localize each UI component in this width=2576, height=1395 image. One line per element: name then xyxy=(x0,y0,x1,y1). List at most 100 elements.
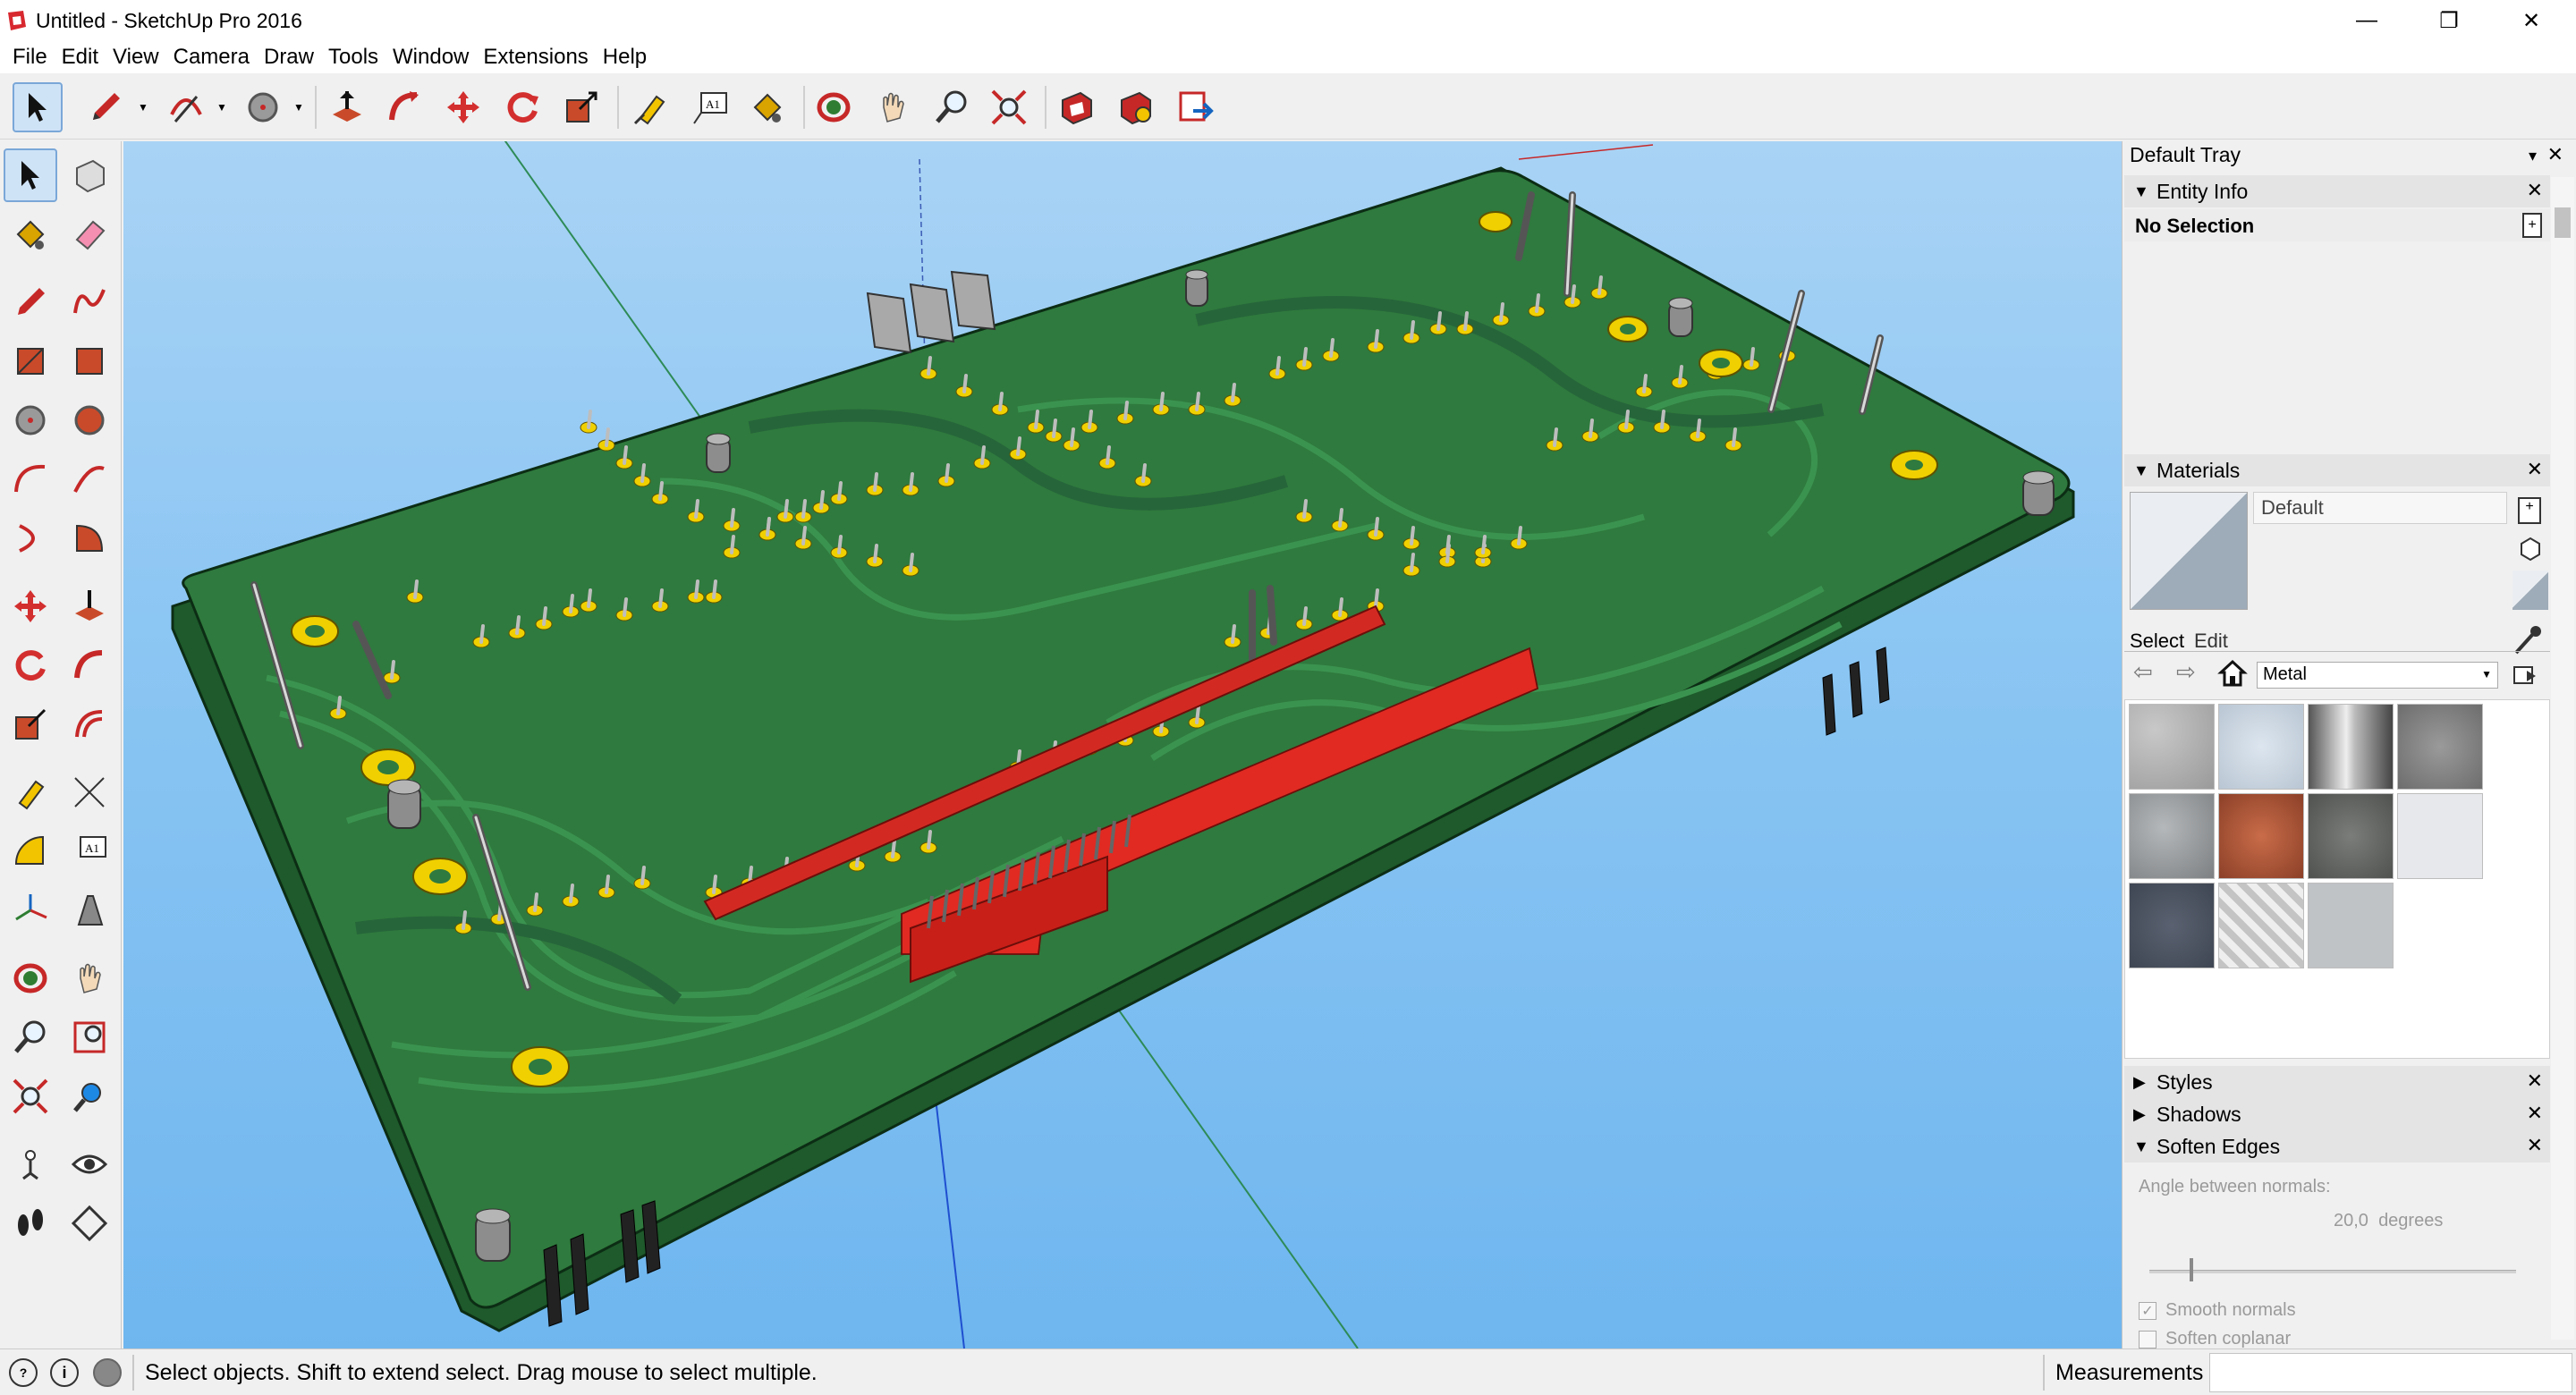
zoom-extents-button[interactable] xyxy=(984,82,1034,132)
tray-scrollbar[interactable] xyxy=(2551,177,2574,1340)
rectangle-tool[interactable] xyxy=(4,334,57,388)
push-pull-button[interactable] xyxy=(322,82,372,132)
eraser-tool[interactable] xyxy=(63,207,116,261)
pin-icon[interactable]: ▾ xyxy=(2529,147,2537,165)
smooth-normals-row[interactable]: ✓ Smooth normals xyxy=(2139,1300,2296,1321)
sample-paint-icon[interactable] xyxy=(2516,535,2543,562)
soften-coplanar-row[interactable]: Soften coplanar xyxy=(2139,1329,2291,1349)
soften-coplanar-checkbox[interactable] xyxy=(2139,1330,2157,1348)
zoom-extents-tool[interactable] xyxy=(4,1070,57,1123)
scroll-thumb[interactable] xyxy=(2555,207,2571,238)
menu-window[interactable]: Window xyxy=(386,45,476,70)
library-select[interactable]: Metal ▼ xyxy=(2257,662,2498,689)
menu-extensions[interactable]: Extensions xyxy=(476,45,595,70)
line-tool[interactable] xyxy=(4,275,57,329)
menu-edit[interactable]: Edit xyxy=(55,45,106,70)
protractor-tool[interactable] xyxy=(4,824,57,878)
metal-swatch-4[interactable] xyxy=(2397,704,2483,790)
three-point-arc-tool[interactable] xyxy=(4,512,57,565)
orbit-button[interactable] xyxy=(809,82,859,132)
tape-measure-tool[interactable] xyxy=(4,765,57,819)
tape-measure-button[interactable] xyxy=(626,82,676,132)
dimension-tool[interactable] xyxy=(63,765,116,819)
tray-close-icon[interactable]: ✕ xyxy=(2547,143,2563,166)
section-plane-tool[interactable] xyxy=(63,1196,116,1250)
home-icon[interactable] xyxy=(2217,658,2248,689)
menu-camera[interactable]: Camera xyxy=(166,45,257,70)
push-pull-tool[interactable] xyxy=(63,579,116,633)
restore-button[interactable]: ❐ xyxy=(2408,0,2490,41)
select-tool-button[interactable] xyxy=(13,82,63,132)
tab-edit[interactable]: Edit xyxy=(2194,630,2228,653)
zoom-button[interactable] xyxy=(927,82,977,132)
paint-bucket-tool[interactable] xyxy=(4,207,57,261)
send-to-layout-button[interactable] xyxy=(1170,82,1220,132)
panel-close-icon[interactable]: ✕ xyxy=(2527,1102,2543,1125)
menu-help[interactable]: Help xyxy=(596,45,654,70)
pan-button[interactable] xyxy=(868,82,918,132)
metal-swatch-2[interactable] xyxy=(2218,704,2304,790)
metal-swatch-5[interactable] xyxy=(2129,793,2215,879)
menu-view[interactable]: View xyxy=(106,45,166,70)
slider-thumb[interactable] xyxy=(2189,1258,2193,1281)
entity-detail-toggle-icon[interactable]: + xyxy=(2522,213,2542,238)
text-button[interactable]: A1 xyxy=(685,82,735,132)
details-icon[interactable] xyxy=(2511,662,2538,689)
create-material-icon[interactable]: + xyxy=(2518,497,2541,524)
pencil-dropdown[interactable]: ▼ xyxy=(134,82,152,132)
text-tool[interactable]: A1 xyxy=(63,824,116,878)
3d-text-tool[interactable] xyxy=(63,884,116,937)
metal-swatch-3[interactable] xyxy=(2308,704,2394,790)
menu-draw[interactable]: Draw xyxy=(257,45,321,70)
pan-tool[interactable] xyxy=(63,951,116,1005)
3d-warehouse-button[interactable] xyxy=(1052,82,1102,132)
metal-swatch-6[interactable] xyxy=(2218,793,2304,879)
look-around-tool[interactable] xyxy=(63,1137,116,1191)
menu-file[interactable]: File xyxy=(5,45,55,70)
follow-me-tool[interactable] xyxy=(63,638,116,692)
user-account-icon[interactable] xyxy=(93,1358,122,1387)
make-component-tool[interactable] xyxy=(63,148,116,202)
minimize-button[interactable]: — xyxy=(2326,0,2408,41)
previous-view-tool[interactable] xyxy=(63,1070,116,1123)
orbit-tool[interactable] xyxy=(4,951,57,1005)
metal-swatch-9[interactable] xyxy=(2129,883,2215,968)
follow-me-button[interactable] xyxy=(379,82,429,132)
walk-tool[interactable] xyxy=(4,1196,57,1250)
circle-tool-button[interactable] xyxy=(238,82,288,132)
scale-tool[interactable] xyxy=(4,698,57,751)
credits-icon[interactable]: i xyxy=(50,1358,79,1387)
metal-swatch-7[interactable] xyxy=(2308,793,2394,879)
metal-swatch-11[interactable] xyxy=(2308,883,2394,968)
styles-header[interactable]: ▶ Styles ✕ xyxy=(2124,1066,2550,1098)
move-tool[interactable] xyxy=(4,579,57,633)
rotate-tool[interactable] xyxy=(4,638,57,692)
offset-tool[interactable] xyxy=(63,698,116,751)
tab-select[interactable]: Select xyxy=(2130,630,2184,653)
paint-bucket-button[interactable] xyxy=(742,82,792,132)
soften-edges-header[interactable]: ▼ Soften Edges ✕ xyxy=(2124,1130,2550,1162)
angle-slider[interactable] xyxy=(2149,1258,2516,1281)
pencil-tool-button[interactable] xyxy=(80,82,131,132)
arc-dropdown[interactable]: ▼ xyxy=(213,82,231,132)
menu-tools[interactable]: Tools xyxy=(321,45,386,70)
arc-tool[interactable] xyxy=(4,452,57,506)
default-material-swatch[interactable] xyxy=(2512,571,2548,610)
metal-swatch-1[interactable] xyxy=(2129,704,2215,790)
smooth-normals-checkbox[interactable]: ✓ xyxy=(2139,1301,2157,1320)
pie-tool[interactable] xyxy=(63,512,116,565)
extension-warehouse-button[interactable] xyxy=(1111,82,1161,132)
position-camera-tool[interactable] xyxy=(4,1137,57,1191)
panel-close-icon[interactable]: ✕ xyxy=(2527,1070,2543,1093)
shadows-header[interactable]: ▶ Shadows ✕ xyxy=(2124,1098,2550,1130)
circle-tool[interactable] xyxy=(4,393,57,447)
arc-tool-button[interactable] xyxy=(161,82,211,132)
zoom-window-tool[interactable] xyxy=(63,1010,116,1064)
scale-button[interactable] xyxy=(556,82,606,132)
polygon-tool[interactable] xyxy=(63,393,116,447)
forward-arrow-icon[interactable]: ⇨ xyxy=(2176,658,2196,686)
close-button[interactable]: ✕ xyxy=(2490,0,2572,41)
model-viewport[interactable] xyxy=(123,141,2122,1348)
pcb-model[interactable] xyxy=(123,141,2122,1348)
geo-location-icon[interactable]: ? xyxy=(9,1358,38,1387)
